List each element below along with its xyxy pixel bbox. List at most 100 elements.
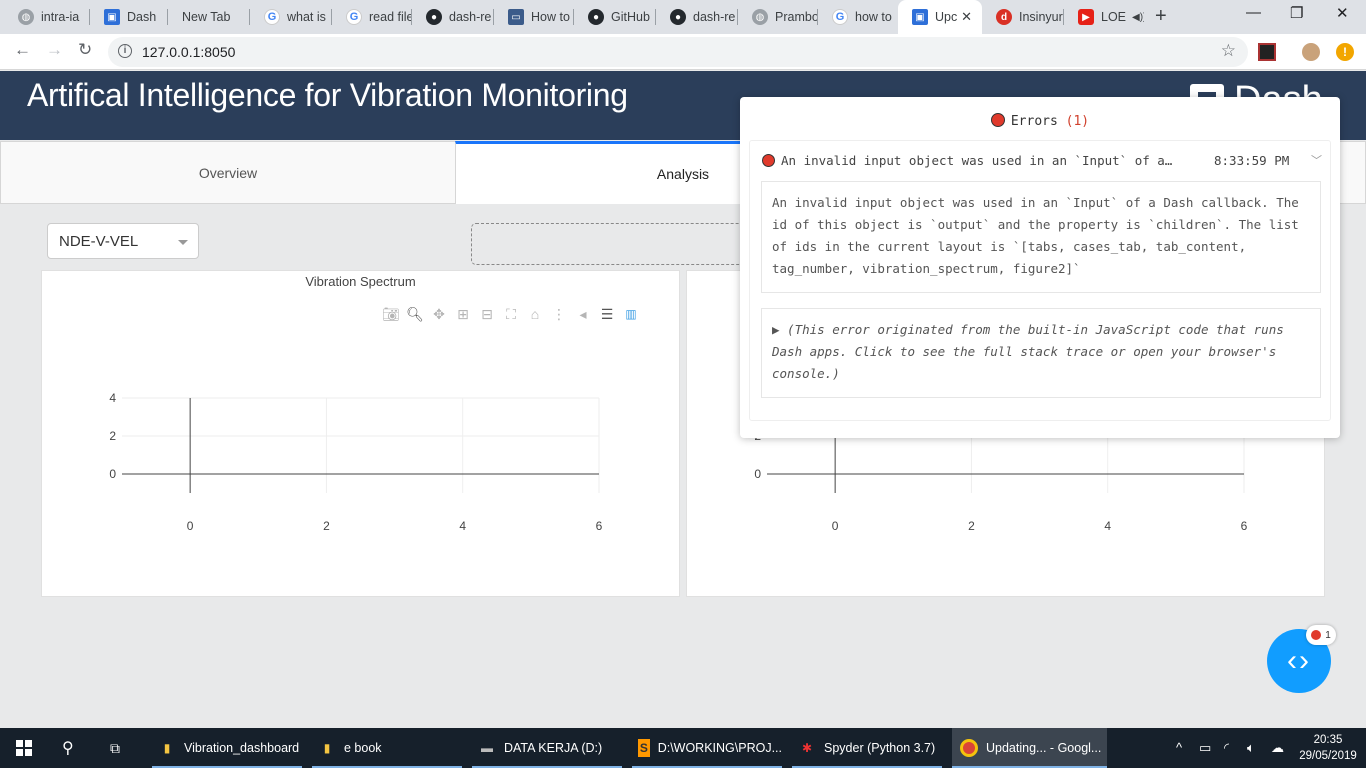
taskbar-item[interactable]: ✱ Spyder (Python 3.7) [792, 728, 942, 768]
minimize-button[interactable]: — [1246, 4, 1261, 21]
app-title: Artifical Intelligence for Vibration Mon… [27, 77, 628, 113]
x-tick-label: 6 [1241, 519, 1248, 533]
browser-tab[interactable]: Gread file [332, 0, 412, 34]
back-arrow-icon[interactable]: ← [14, 40, 31, 60]
globe-icon: ◍ [18, 9, 34, 25]
youtube-icon: ▶ [1078, 9, 1094, 25]
d-icon: d [996, 9, 1012, 25]
error-card: An invalid input object was used in an `… [749, 140, 1331, 421]
battery-icon[interactable]: ▭ [1199, 740, 1211, 756]
system-clock[interactable]: 20:35 29/05/2019 [1296, 732, 1360, 764]
y-tick-label: 0 [109, 467, 116, 481]
info-icon[interactable]: i [118, 44, 132, 58]
monitor-icon: ▭ [508, 9, 524, 25]
browser-tab-active[interactable]: ▣ Upc ✕ [898, 0, 982, 34]
x-tick-label: 6 [596, 519, 603, 533]
x-tick-label: 2 [968, 519, 975, 533]
task-view-icon[interactable]: ⧉ [110, 728, 130, 768]
bookmark-star-icon[interactable]: ☆ [1221, 41, 1236, 61]
error-count-badge[interactable]: 1 [1306, 625, 1336, 645]
chevron-down-icon[interactable]: ﹀ [1311, 152, 1322, 168]
browser-tab[interactable]: ● dash-re [412, 0, 494, 34]
error-icon [1311, 630, 1322, 640]
error-summary-row[interactable]: An invalid input object was used in an `… [762, 153, 1322, 168]
browser-tab[interactable]: ● dash-re [656, 0, 738, 34]
folder-icon: ▮ [323, 741, 331, 755]
browser-tab[interactable]: ◍ intra-ia [4, 0, 90, 34]
browser-tab[interactable]: Gwhat is [250, 0, 332, 34]
speaker-icon: ◀)) [1132, 11, 1144, 23]
y-tick-label: 0 [754, 467, 761, 481]
windows-start-icon[interactable] [16, 740, 32, 756]
browser-tab[interactable]: ▭ How to [494, 0, 574, 34]
reload-icon[interactable]: ↻ [78, 40, 92, 60]
sublime-icon: S [638, 739, 650, 757]
x-tick-label: 0 [832, 519, 839, 533]
forward-arrow-icon[interactable]: → [46, 40, 63, 60]
browser-tab[interactable]: ◍ Prambo [738, 0, 818, 34]
chart-svg: 0 2 4 6 0 2 4 [109, 391, 603, 533]
y-tick-label: 4 [109, 391, 116, 405]
spyder-icon: ✱ [801, 741, 813, 755]
x-tick-label: 4 [459, 519, 466, 533]
extension-icon[interactable] [1258, 43, 1276, 61]
new-tab-button[interactable]: + [1155, 5, 1167, 28]
taskbar-item[interactable]: ▮ Vibration_dashboard [152, 728, 302, 768]
github-icon: ● [670, 9, 686, 25]
chevron-up-icon[interactable]: ^ [1176, 740, 1182, 755]
url-text[interactable]: 127.0.0.1:8050 [142, 44, 235, 60]
taskbar-item[interactable]: ▬ DATA KERJA (D:) [472, 728, 622, 768]
dropdown-value: NDE-V-VEL [59, 233, 139, 250]
browser-tab[interactable]: New Tab [168, 0, 250, 34]
dash-icon: ▣ [912, 9, 928, 25]
browser-tab[interactable]: Ghow to [818, 0, 898, 34]
onedrive-icon[interactable]: ☁ [1271, 740, 1284, 756]
dash-app-page: Artifical Intelligence for Vibration Mon… [0, 71, 1366, 728]
search-icon[interactable]: ⚲ [62, 728, 82, 768]
error-icon [762, 154, 775, 167]
browser-toolbar: ← → ↻ i 127.0.0.1:8050 ☆ ! [0, 34, 1366, 70]
browser-tab[interactable]: ● GitHub [574, 0, 656, 34]
tag-dropdown[interactable]: NDE-V-VEL [47, 223, 199, 259]
browser-tab-strip: ◍ intra-ia ▣ Dash New Tab Gwhat is Gread f… [0, 0, 1366, 34]
x-tick-label: 0 [187, 519, 194, 533]
globe-icon: ◍ [752, 9, 768, 25]
wifi-icon[interactable]: ◜ [1224, 740, 1229, 756]
error-icon [990, 113, 1005, 127]
x-tick-label: 2 [323, 519, 330, 533]
volume-icon[interactable]: 🔈︎ [1247, 740, 1255, 756]
chrome-icon [960, 739, 978, 757]
google-icon: G [346, 9, 362, 25]
update-alert-icon[interactable]: ! [1336, 43, 1354, 61]
error-panel: Errors (1) An invalid input object was u… [740, 97, 1340, 438]
vibration-spectrum-graph[interactable]: Vibration Spectrum 📷︎ 🔍︎ ✥ ⊞ ⊟ ⛶ ⌂ ⋮ ◂ ☰… [41, 270, 680, 597]
error-detail: An invalid input object was used in an `… [761, 181, 1321, 293]
profile-avatar[interactable] [1302, 43, 1320, 61]
error-time: 8:33:59 PM [1214, 153, 1290, 168]
browser-tab[interactable]: ▣ Dash [90, 0, 168, 34]
google-icon: G [264, 9, 280, 25]
folder-icon: ▮ [163, 741, 171, 755]
code-brackets-icon: ‹› [1287, 644, 1311, 677]
x-tick-label: 4 [1104, 519, 1111, 533]
google-icon: G [832, 9, 848, 25]
github-icon: ● [426, 9, 442, 25]
close-tab-icon[interactable]: ✕ [961, 9, 972, 25]
windows-taskbar: ⚲ ⧉ ▮ Vibration_dashboard ▮ e book ▬ DATA K… [0, 728, 1366, 768]
maximize-button[interactable]: ❐ [1290, 4, 1303, 22]
close-window-button[interactable]: ✕ [1336, 4, 1349, 22]
error-stack-trace-toggle[interactable]: ▶ (This error originated from the built-… [761, 308, 1321, 398]
error-header: Errors (1) [740, 113, 1340, 129]
address-bar[interactable]: i 127.0.0.1:8050 ☆ [108, 37, 1248, 67]
y-tick-label: 2 [109, 429, 116, 443]
upload-dropzone[interactable] [471, 223, 771, 265]
browser-tab[interactable]: d Insinyur [982, 0, 1064, 34]
taskbar-item[interactable]: ▮ e book [312, 728, 462, 768]
taskbar-item-active[interactable]: Updating... - Googl... [952, 728, 1107, 768]
tab-overview[interactable]: Overview [0, 141, 456, 204]
browser-tab[interactable]: ▶LOE◀)) [1064, 0, 1144, 34]
github-icon: ● [588, 9, 604, 25]
dash-icon: ▣ [104, 9, 120, 25]
taskbar-item[interactable]: S D:\WORKING\PROJ... [632, 728, 782, 768]
chevron-down-icon [178, 240, 188, 245]
